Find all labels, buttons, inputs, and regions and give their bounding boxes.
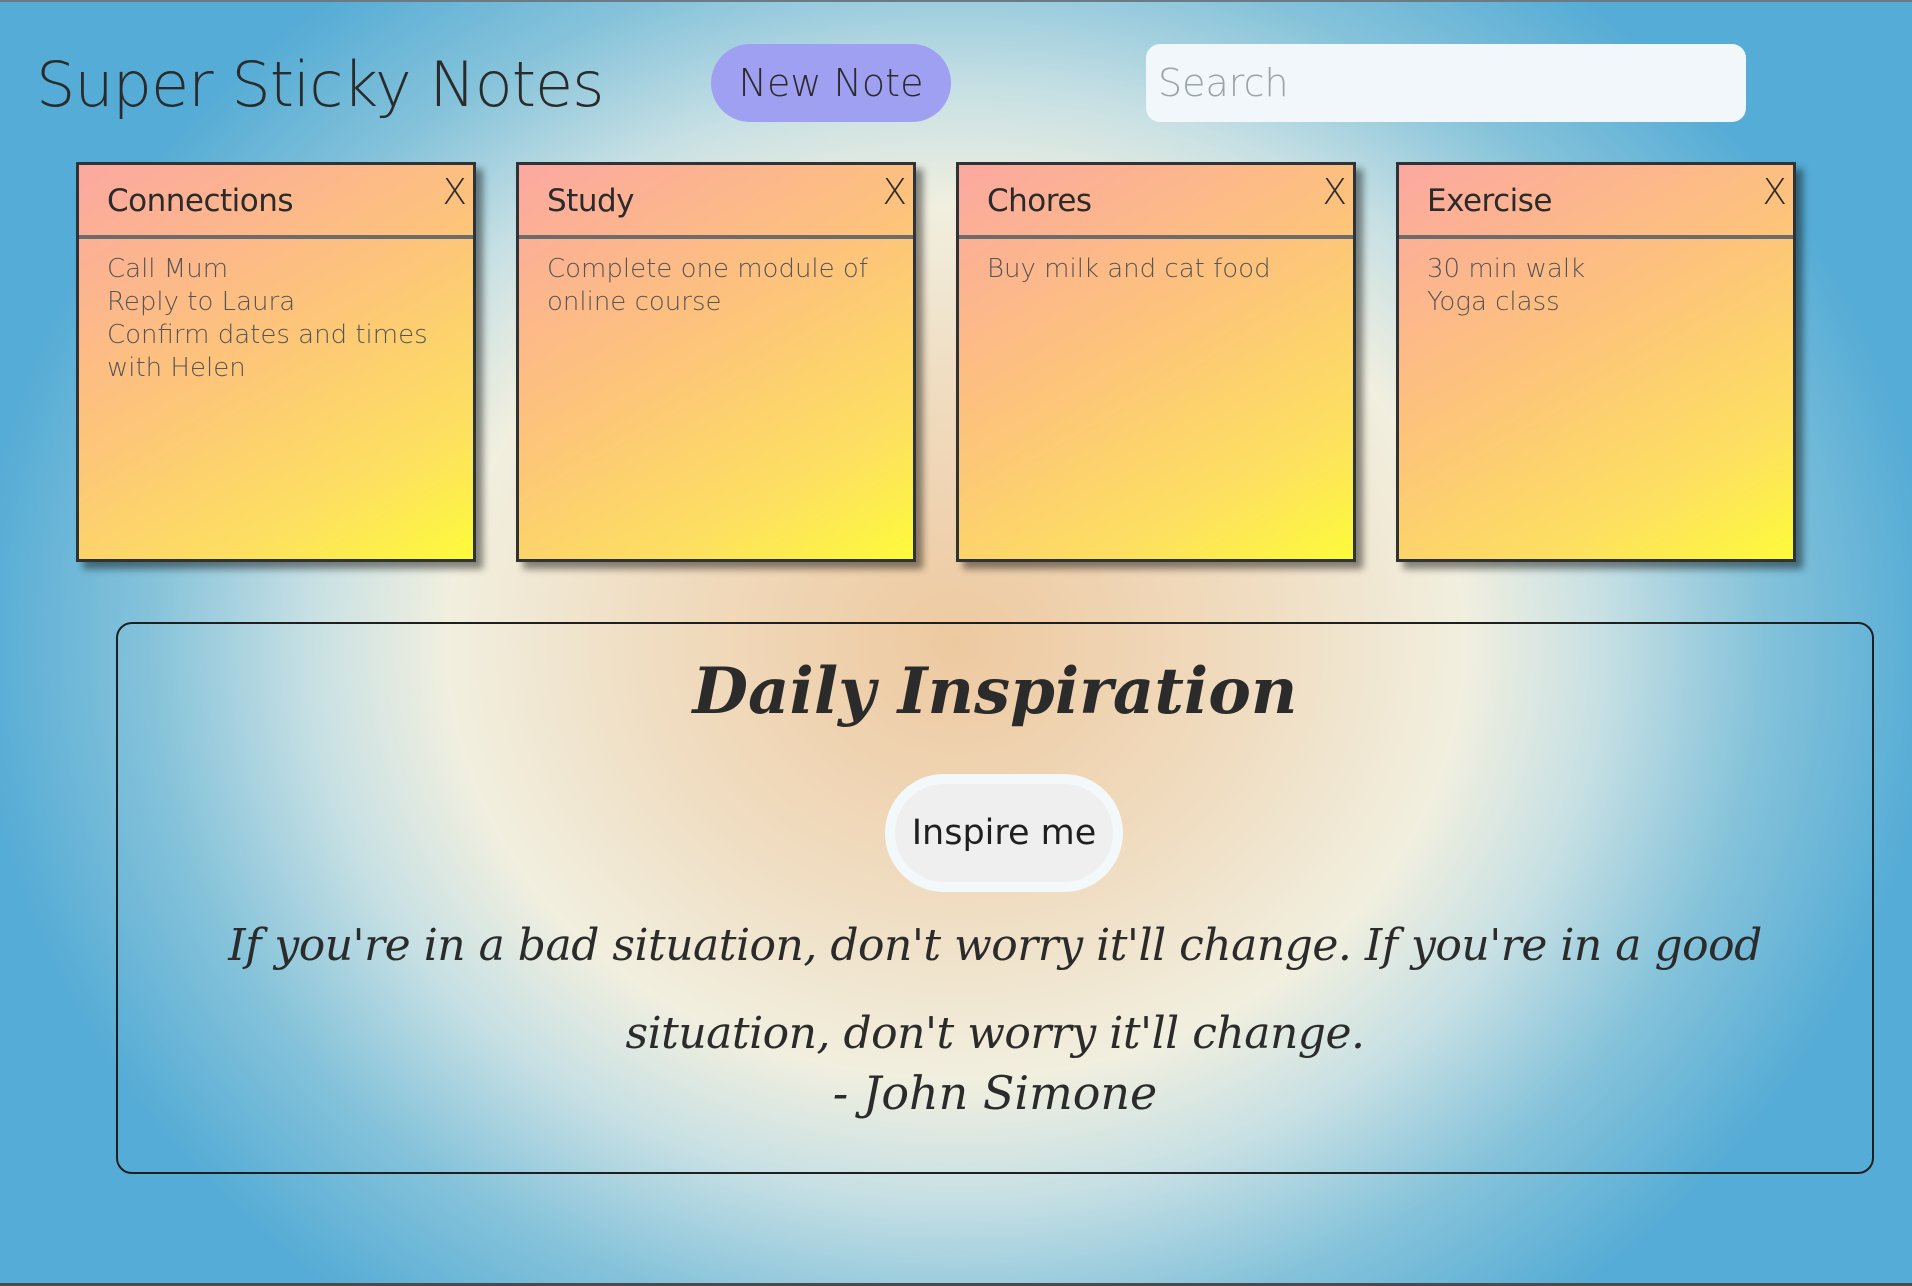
quote-text: If you're in a bad situation, don't worr… — [228, 920, 1762, 1059]
note-body[interactable]: Call Mum Reply to Laura Confirm dates an… — [79, 239, 473, 399]
inspire-me-button[interactable]: Inspire me — [885, 774, 1123, 892]
note-header: Study X — [519, 165, 913, 239]
inspiration-title: Daily Inspiration — [692, 654, 1298, 729]
note-card[interactable]: Connections X Call Mum Reply to Laura Co… — [76, 162, 476, 562]
daily-inspiration-panel: Daily Inspiration Inspire me If you're i… — [116, 622, 1874, 1174]
note-body[interactable]: Buy milk and cat food — [959, 239, 1353, 300]
note-title[interactable]: Connections — [107, 183, 294, 219]
note-title[interactable]: Study — [547, 183, 635, 219]
search-input[interactable] — [1146, 44, 1746, 122]
note-body[interactable]: 30 min walk Yoga class — [1399, 239, 1793, 333]
note-card[interactable]: Study X Complete one module of online co… — [516, 162, 916, 562]
close-icon[interactable]: X — [442, 173, 467, 213]
note-header: Chores X — [959, 165, 1353, 239]
note-title[interactable]: Exercise — [1427, 183, 1553, 219]
note-header: Connections X — [79, 165, 473, 239]
quote-author: - John Simone — [832, 1066, 1158, 1120]
note-card[interactable]: Exercise X 30 min walk Yoga class — [1396, 162, 1796, 562]
close-icon[interactable]: X — [1322, 173, 1347, 213]
note-header: Exercise X — [1399, 165, 1793, 239]
new-note-button[interactable]: New Note — [711, 44, 951, 122]
sticky-notes-app: { "header": { "title": "Super Sticky Not… — [0, 0, 1912, 1286]
notes-list: Connections X Call Mum Reply to Laura Co… — [76, 162, 1798, 562]
close-icon[interactable]: X — [1762, 173, 1787, 213]
note-title[interactable]: Chores — [987, 183, 1092, 219]
note-body[interactable]: Complete one module of online course — [519, 239, 913, 333]
app-title: Super Sticky Notes — [36, 48, 604, 121]
close-icon[interactable]: X — [882, 173, 907, 213]
note-card[interactable]: Chores X Buy milk and cat food — [956, 162, 1356, 562]
